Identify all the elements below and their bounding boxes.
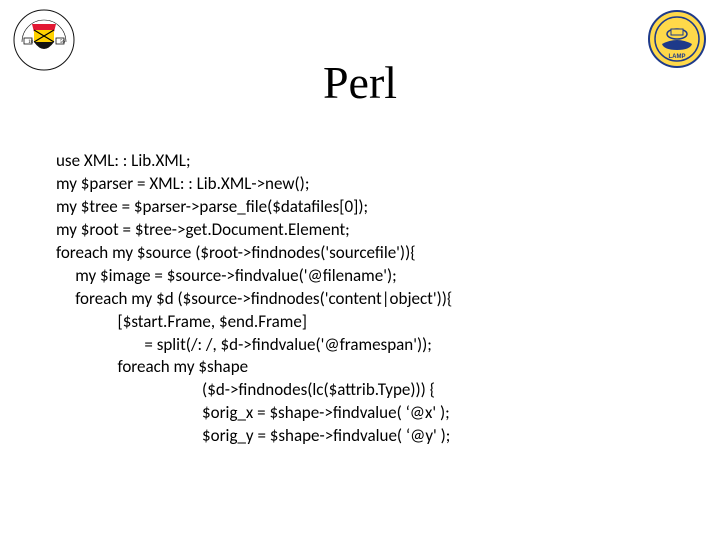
svg-text:18: 18 [28,40,34,45]
svg-text:56: 56 [60,40,66,45]
slide-title: Perl [0,56,720,109]
perl-code-listing: use XML: : Lib.XML; my $parser = XML: : … [56,150,680,448]
